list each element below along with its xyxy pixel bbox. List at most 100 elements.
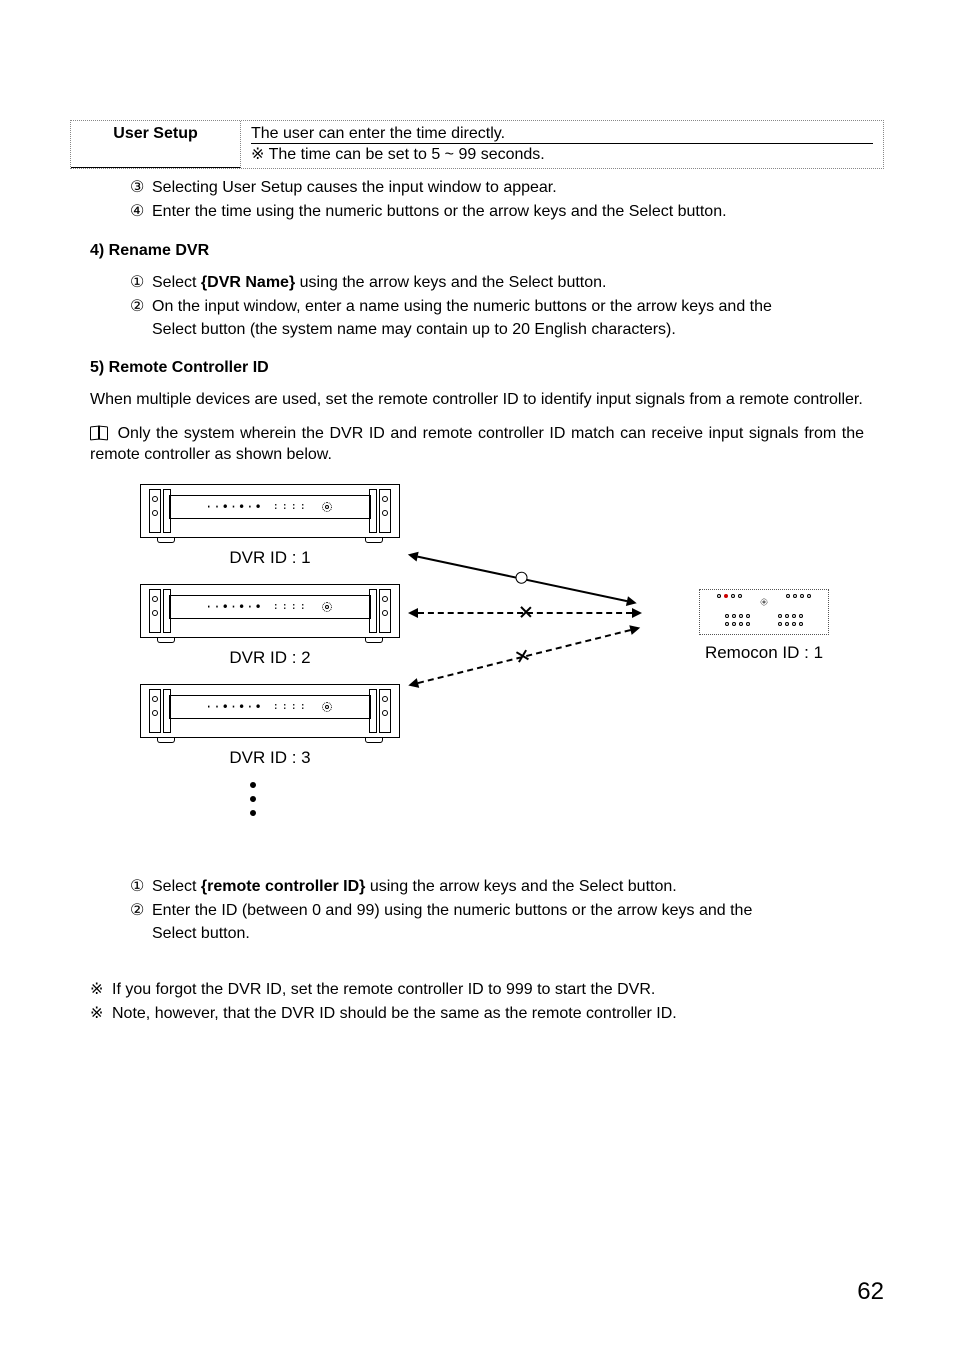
dvr-unit-1: ··•·•·• :::: DVR ID : 1 bbox=[140, 484, 400, 568]
post-table-list: ③ Selecting User Setup causes the input … bbox=[130, 177, 884, 224]
text-pre: Select bbox=[152, 274, 201, 291]
note-symbol: ※ bbox=[90, 979, 112, 1001]
remote-buttons-row bbox=[700, 594, 828, 610]
list-item: ① Select {remote controller ID} using th… bbox=[130, 876, 884, 898]
list-text: Selecting User Setup causes the input wi… bbox=[152, 177, 884, 199]
footnote-text: Note, however, that the DVR ID should be… bbox=[112, 1003, 864, 1025]
gear-icon bbox=[319, 599, 335, 615]
dvr-slot-icon bbox=[369, 489, 377, 533]
dvr-handle-icon bbox=[379, 689, 391, 733]
dvr-1-label: DVR ID : 1 bbox=[140, 548, 400, 568]
dvr-remote-diagram: ··•·•·• :::: DVR ID : 1 ··•·•·• :::: DVR… bbox=[140, 484, 864, 864]
para-text: Only the system wherein the DVR ID and r… bbox=[90, 425, 864, 464]
ellipsis-vertical-icon bbox=[250, 774, 256, 824]
list-text: Select {remote controller ID} using the … bbox=[152, 876, 884, 898]
arrow-circle-icon bbox=[514, 570, 528, 584]
dvr-2-label: DVR ID : 2 bbox=[140, 648, 400, 668]
list-item: ④ Enter the time using the numeric butto… bbox=[130, 201, 884, 223]
list-item: ② On the input window, enter a name usin… bbox=[130, 296, 884, 341]
remote-control: Remocon ID : 1 bbox=[664, 589, 864, 663]
dvr-case: ··•·•·• :::: bbox=[140, 684, 400, 738]
arrow-head-right-icon bbox=[632, 608, 642, 618]
section-5-para-2: Only the system wherein the DVR ID and r… bbox=[90, 423, 864, 466]
text-line: Enter the ID (between 0 and 99) using th… bbox=[152, 902, 752, 919]
dvr-case: ··•·•·• :::: bbox=[140, 484, 400, 538]
arrow-head-left-icon bbox=[408, 608, 418, 618]
dvr-handle-icon bbox=[149, 689, 161, 733]
dvr-panel: ··•·•·• :::: bbox=[169, 695, 371, 719]
dvr-slot-icon bbox=[369, 689, 377, 733]
dvr-3-label: DVR ID : 3 bbox=[140, 748, 400, 768]
list-text: Enter the ID (between 0 and 99) using th… bbox=[152, 900, 884, 945]
text-line: Select button. bbox=[152, 925, 250, 942]
book-icon bbox=[90, 426, 108, 440]
list-item: ② Enter the ID (between 0 and 99) using … bbox=[130, 900, 884, 945]
text-post: using the arrow keys and the Select butt… bbox=[295, 274, 606, 291]
dvr-handle-icon bbox=[379, 489, 391, 533]
panel-dots-icon: ··•·•·• bbox=[205, 500, 263, 514]
arrow-dashed bbox=[410, 627, 638, 684]
panel-dots-icon: ··•·•·• bbox=[205, 600, 263, 614]
remote-label: Remocon ID : 1 bbox=[664, 643, 864, 663]
table-header-cell: User Setup bbox=[71, 121, 241, 168]
section-4-heading: 4) Rename DVR bbox=[90, 242, 884, 260]
circled-2: ② bbox=[130, 296, 152, 341]
dvr-feet-icon bbox=[141, 638, 399, 643]
panel-dots-icon: :::: bbox=[273, 701, 309, 712]
arrow-solid bbox=[410, 554, 635, 602]
dvr-slot-icon bbox=[369, 589, 377, 633]
circled-4: ④ bbox=[130, 201, 152, 223]
table-line-2: The time can be set to 5 ~ 99 seconds. bbox=[269, 146, 545, 163]
remote-box-icon bbox=[699, 589, 829, 635]
text-bold: {DVR Name} bbox=[201, 274, 295, 291]
remote-buttons-row bbox=[700, 614, 828, 618]
footnote-1: ※ If you forgot the DVR ID, set the remo… bbox=[90, 979, 864, 1001]
page-number: 62 bbox=[857, 1278, 884, 1306]
dvr-panel: ··•·•·• :::: bbox=[169, 595, 371, 619]
table-data-cell: The user can enter the time directly. ※ … bbox=[241, 121, 883, 168]
list-text: Select {DVR Name} using the arrow keys a… bbox=[152, 272, 884, 294]
x-mark-icon bbox=[518, 605, 532, 619]
user-setup-table: User Setup The user can enter the time d… bbox=[70, 120, 884, 169]
dvr-unit-3: ··•·•·• :::: DVR ID : 3 bbox=[140, 684, 400, 768]
note-symbol: ※ bbox=[251, 146, 264, 163]
panel-dots-icon: :::: bbox=[273, 601, 309, 612]
list-text: On the input window, enter a name using … bbox=[152, 296, 884, 341]
x-mark-icon bbox=[513, 647, 530, 664]
circled-1: ① bbox=[130, 876, 152, 898]
list-item: ① Select {DVR Name} using the arrow keys… bbox=[130, 272, 884, 294]
dvr-handle-icon bbox=[149, 589, 161, 633]
dvr-case: ··•·•·• :::: bbox=[140, 584, 400, 638]
section-5-list: ① Select {remote controller ID} using th… bbox=[130, 876, 884, 945]
list-text: Enter the time using the numeric buttons… bbox=[152, 201, 884, 223]
dvr-handle-icon bbox=[149, 489, 161, 533]
dvr-feet-icon bbox=[141, 738, 399, 743]
text-post: using the arrow keys and the Select butt… bbox=[365, 878, 676, 895]
panel-dots-icon: ··•·•·• bbox=[205, 700, 263, 714]
remote-buttons-row bbox=[700, 622, 828, 626]
dvr-handle-icon bbox=[379, 589, 391, 633]
arrow-head-right-icon bbox=[626, 596, 638, 608]
panel-dots-icon: :::: bbox=[273, 501, 309, 512]
gear-icon bbox=[319, 699, 335, 715]
table-line-1: The user can enter the time directly. bbox=[251, 125, 873, 144]
section-4-list: ① Select {DVR Name} using the arrow keys… bbox=[130, 272, 884, 341]
footnote-text: If you forgot the DVR ID, set the remote… bbox=[112, 979, 864, 1001]
section-5-heading: 5) Remote Controller ID bbox=[90, 359, 884, 377]
gear-icon bbox=[319, 499, 335, 515]
circled-2: ② bbox=[130, 900, 152, 945]
arrow-head-right-icon bbox=[629, 623, 641, 635]
section-5-para-1: When multiple devices are used, set the … bbox=[90, 389, 864, 411]
circled-1: ① bbox=[130, 272, 152, 294]
dvr-panel: ··•·•·• :::: bbox=[169, 495, 371, 519]
dvr-unit-2: ··•·•·• :::: DVR ID : 2 bbox=[140, 584, 400, 668]
text-pre: Select bbox=[152, 878, 201, 895]
gear-icon bbox=[758, 596, 769, 607]
note-symbol: ※ bbox=[90, 1003, 112, 1025]
text-line: Select button (the system name may conta… bbox=[152, 321, 676, 338]
footnote-2: ※ Note, however, that the DVR ID should … bbox=[90, 1003, 864, 1025]
circled-3: ③ bbox=[130, 177, 152, 199]
text-line: On the input window, enter a name using … bbox=[152, 298, 772, 315]
dvr-feet-icon bbox=[141, 538, 399, 543]
list-item: ③ Selecting User Setup causes the input … bbox=[130, 177, 884, 199]
